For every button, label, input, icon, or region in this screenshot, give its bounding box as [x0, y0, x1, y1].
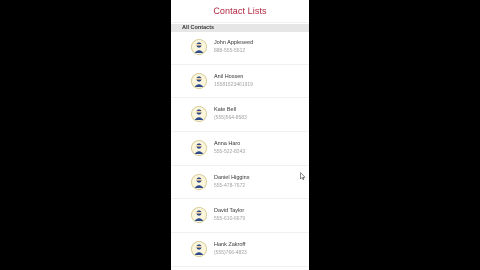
contact-name: Kate Bell: [214, 107, 237, 114]
contact-row[interactable]: David Taylor 555-610-6679: [171, 199, 309, 234]
mouse-pointer-icon: [300, 172, 306, 180]
person-avatar-icon: [191, 106, 207, 123]
contact-row[interactable]: Daniel Higgins 555-478-7672: [171, 166, 309, 200]
contact-name: David Taylor: [214, 208, 245, 215]
contact-row[interactable]: Kate Bell (555)564-8583: [171, 98, 309, 133]
person-avatar-icon: [191, 140, 207, 157]
person-avatar-icon: [191, 207, 207, 224]
page-title: Contact Lists: [213, 6, 267, 16]
contact-name: Anil Hossen: [214, 73, 244, 80]
contact-name: Anna Haro: [214, 141, 241, 148]
contact-phone: 888-555-5512: [214, 48, 246, 54]
contact-phone: 555-478-7672: [214, 182, 246, 189]
contact-name: Daniel Higgins: [214, 174, 250, 181]
person-avatar-icon: [191, 39, 207, 55]
person-avatar-icon: [191, 72, 207, 89]
person-avatar-icon: [191, 173, 207, 190]
contact-row[interactable]: Anil Hossen 15581523461919: [171, 65, 309, 99]
contact-phone: (555)564-8583: [214, 115, 247, 122]
navigation-bar: Contact Lists: [171, 0, 309, 23]
contact-name: Hank Zakroff: [214, 242, 246, 249]
contact-phone: 15581523461919: [214, 81, 253, 88]
contact-name: John Appleseed: [214, 40, 254, 46]
contact-phone: 555-610-6679: [214, 216, 246, 223]
contact-row[interactable]: Hank Zakroff (555)766-4823: [171, 233, 309, 267]
person-avatar-icon: [191, 241, 207, 258]
contact-row[interactable]: John Appleseed 888-555-5512: [171, 31, 309, 65]
contact-phone: (555)766-4823: [214, 250, 247, 257]
contact-phone: 555-522-8243: [214, 149, 246, 156]
contact-list: John Appleseed 888-555-5512 Anil Hossen …: [171, 31, 309, 267]
phone-screen: Contact Lists All Contacts John Applesee…: [171, 0, 309, 270]
contact-row[interactable]: Anna Haro 555-522-8243: [171, 132, 309, 166]
